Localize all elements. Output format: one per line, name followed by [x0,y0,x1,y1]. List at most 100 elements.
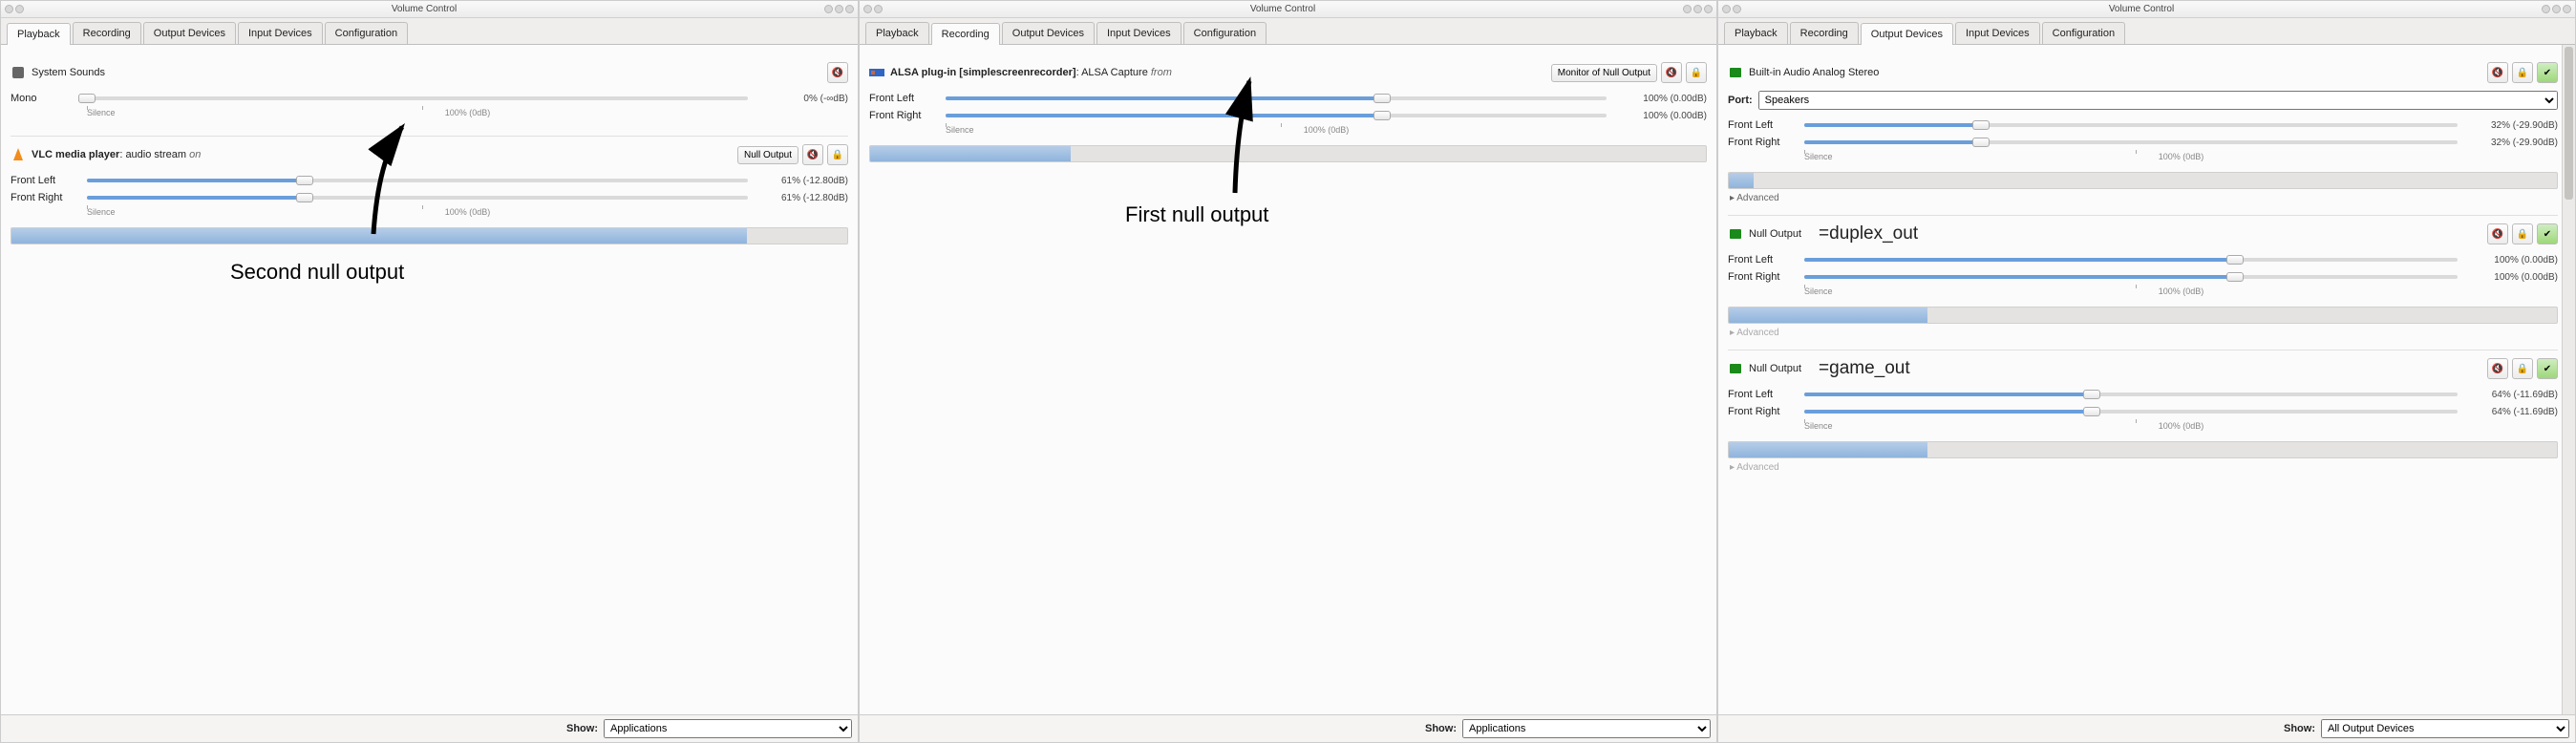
output-select-button[interactable]: Null Output [737,146,798,164]
show-select[interactable]: Applications [604,719,852,738]
lock-channels-button[interactable]: 🔒 [2512,62,2533,83]
volume-slider[interactable] [1804,387,2458,402]
tab-input-devices[interactable]: Input Devices [238,22,323,44]
tab-output-devices[interactable]: Output Devices [1002,22,1095,44]
vertical-scrollbar[interactable] [2562,45,2575,714]
tab-configuration[interactable]: Configuration [2042,22,2125,44]
channel-front-right: Front Right 64% (-11.69dB) [1728,404,2558,419]
scale: Silence 100% (0dB) [946,125,1707,139]
lock-channels-button[interactable]: 🔒 [827,144,848,165]
tab-input-devices[interactable]: Input Devices [1096,22,1182,44]
scale: Silence 100% (0dB) [1804,287,2558,301]
lock-channels-button[interactable]: 🔒 [1686,62,1707,83]
volume-slider[interactable] [1804,135,2458,150]
default-button[interactable]: ✔ [2537,223,2558,244]
close-icon[interactable] [2563,5,2571,13]
advanced-toggle[interactable]: Advanced [1728,189,2558,205]
titlebar[interactable]: Volume Control [860,1,1716,18]
window-recording: Volume Control Playback Recording Output… [859,0,1717,743]
default-button[interactable]: ✔ [2537,358,2558,379]
volume-slider[interactable] [87,173,748,188]
device-null-duplex: Null Output =duplex_out 🔇 🔒 ✔ Front Left… [1728,215,2558,344]
window-pin-icon[interactable] [1733,5,1741,13]
volume-slider[interactable] [1804,117,2458,133]
show-select[interactable]: Applications [1462,719,1711,738]
lock-channels-button[interactable]: 🔒 [2512,223,2533,244]
tab-recording[interactable]: Recording [931,23,1000,45]
volume-slider[interactable] [946,91,1607,106]
show-label: Show: [566,723,598,734]
channel-front-left: Front Left 32% (-29.90dB) [1728,117,2558,133]
tab-recording[interactable]: Recording [1790,22,1859,44]
check-icon: ✔ [2544,229,2551,240]
annotation-second-null: Second null output [230,260,404,285]
show-label: Show: [1425,723,1457,734]
advanced-toggle[interactable]: Advanced [1728,324,2558,340]
minimize-icon[interactable] [2542,5,2550,13]
tab-playback[interactable]: Playback [7,23,71,45]
volume-slider[interactable] [1804,269,2458,285]
device-builtin-audio: Built-in Audio Analog Stereo 🔇 🔒 ✔ Port:… [1728,54,2558,209]
channel-front-right: Front Right 61% (-12.80dB) [11,190,848,205]
system-sounds-label: System Sounds [32,67,105,78]
channel-label: Front Right [1728,406,1795,417]
default-button[interactable]: ✔ [2537,62,2558,83]
playback-content: System Sounds 🔇 Mono 0% (-∞dB) Sile [1,45,858,714]
close-icon[interactable] [845,5,854,13]
show-select[interactable]: All Output Devices [2321,719,2569,738]
tab-recording[interactable]: Recording [73,22,141,44]
output-devices-content: Built-in Audio Analog Stereo 🔇 🔒 ✔ Port:… [1718,45,2575,714]
mute-button[interactable]: 🔇 [802,144,823,165]
lock-icon: 🔒 [2517,364,2528,374]
volume-readout: 32% (-29.90dB) [2467,120,2558,131]
titlebar[interactable]: Volume Control [1,1,858,18]
maximize-icon[interactable] [2552,5,2561,13]
scale: Silence 100% (0dB) [1804,152,2558,166]
volume-slider[interactable] [946,108,1607,123]
port-select[interactable]: Speakers [1758,91,2558,110]
volume-slider[interactable] [87,91,748,106]
lock-channels-button[interactable]: 🔒 [2512,358,2533,379]
device-label: Built-in Audio Analog Stereo [1749,67,1879,78]
mute-button[interactable]: 🔇 [827,62,848,83]
app-icon [869,65,884,80]
audio-card-icon [1728,65,1743,80]
volume-readout: 100% (0.00dB) [2467,255,2558,265]
window-pin-icon[interactable] [15,5,24,13]
volume-slider[interactable] [87,190,748,205]
titlebar[interactable]: Volume Control [1718,1,2575,18]
volume-slider[interactable] [1804,404,2458,419]
input-select-button[interactable]: Monitor of Null Output [1551,64,1657,82]
minimize-icon[interactable] [824,5,833,13]
minimize-icon[interactable] [1683,5,1692,13]
advanced-toggle[interactable]: Advanced [1728,458,2558,475]
maximize-icon[interactable] [1693,5,1702,13]
tab-playback[interactable]: Playback [1724,22,1788,44]
mute-button[interactable]: 🔇 [2487,223,2508,244]
channel-front-left: Front Left 61% (-12.80dB) [11,173,848,188]
vu-meter [1728,307,2558,324]
volume-slider[interactable] [1804,252,2458,267]
channel-front-left: Front Left 64% (-11.69dB) [1728,387,2558,402]
window-menu-icon[interactable] [1722,5,1731,13]
mute-button[interactable]: 🔇 [2487,62,2508,83]
channel-label: Mono [11,93,77,104]
tab-configuration[interactable]: Configuration [1183,22,1267,44]
mute-button[interactable]: 🔇 [2487,358,2508,379]
window-pin-icon[interactable] [874,5,883,13]
lock-icon: 🔒 [2517,229,2528,240]
lock-icon: 🔒 [2517,68,2528,78]
volume-readout: 61% (-12.80dB) [757,193,848,203]
window-menu-icon[interactable] [863,5,872,13]
window-menu-icon[interactable] [5,5,13,13]
tab-configuration[interactable]: Configuration [325,22,408,44]
close-icon[interactable] [1704,5,1713,13]
tab-input-devices[interactable]: Input Devices [1955,22,2040,44]
tab-playback[interactable]: Playback [865,22,929,44]
tab-output-devices[interactable]: Output Devices [1861,23,1953,45]
mute-button[interactable]: 🔇 [1661,62,1682,83]
check-icon: ✔ [2544,364,2551,374]
maximize-icon[interactable] [835,5,843,13]
tab-output-devices[interactable]: Output Devices [143,22,236,44]
channel-front-left: Front Left 100% (0.00dB) [1728,252,2558,267]
